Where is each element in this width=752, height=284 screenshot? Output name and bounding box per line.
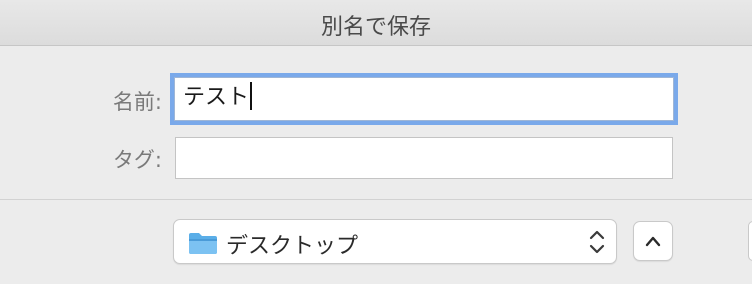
save-as-dialog: 別名で保存 名前: テスト タグ: デスクトップ [0,0,752,284]
name-field-value: テスト [183,85,250,110]
text-caret [250,82,253,110]
name-label: 名前: [112,90,162,114]
dialog-title: 別名で保存 [320,15,431,40]
edge-control[interactable] [748,221,752,261]
location-label: デスクトップ [226,234,359,259]
tag-label: タグ: [112,148,162,172]
chevron-up-icon [645,236,661,247]
updown-chevron-icon [589,230,605,254]
location-select[interactable]: デスクトップ [173,219,617,264]
expand-dialog-button[interactable] [633,221,673,261]
title-bar[interactable]: 別名で保存 [0,0,752,46]
tag-field[interactable] [175,137,673,179]
section-divider [0,199,752,200]
folder-icon [189,233,217,254]
name-field[interactable]: テスト [174,77,674,121]
